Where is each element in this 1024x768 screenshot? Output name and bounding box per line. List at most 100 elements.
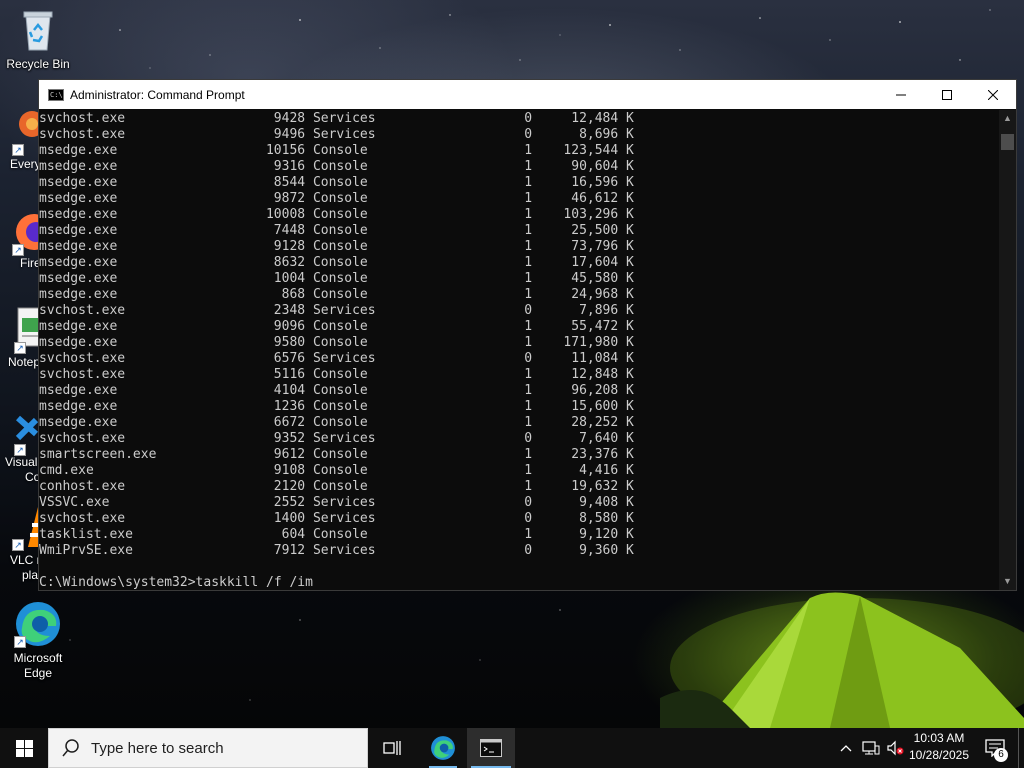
- tasklist-row: svchost.exe 9496 Services 0 8,696 K: [39, 127, 999, 143]
- action-center-button[interactable]: 6: [978, 728, 1012, 768]
- tasklist-row: WmiPrvSE.exe 7912 Services 0 9,360 K: [39, 543, 999, 559]
- process-name-cell: msedge.exe: [39, 239, 235, 254]
- desktop-icon-vlc[interactable]: ↗: [2, 503, 38, 551]
- pid-cell: 9612: [234, 447, 306, 462]
- desktop-icon-everything[interactable]: ↗: [2, 108, 38, 156]
- everything-app-icon: ↗: [12, 108, 38, 156]
- process-name-cell: smartscreen.exe: [39, 447, 235, 462]
- session-number-cell: 1: [438, 527, 533, 542]
- command-line[interactable]: C:\Windows\system32>taskkill /f /im: [39, 575, 999, 590]
- pid-cell: 5116: [234, 367, 306, 382]
- session-number-cell: 1: [438, 207, 533, 222]
- process-name-cell: msedge.exe: [39, 175, 235, 190]
- memory-usage-cell: 9,408 K: [532, 495, 634, 510]
- session-name-cell: Services: [305, 431, 439, 446]
- session-number-cell: 0: [438, 351, 533, 366]
- pid-cell: 9496: [234, 127, 306, 142]
- tasklist-row: svchost.exe 6576 Services 0 11,084 K: [39, 351, 999, 367]
- memory-usage-cell: 23,376 K: [532, 447, 634, 462]
- scrollbar-thumb[interactable]: [1001, 134, 1014, 150]
- minimize-button[interactable]: [878, 80, 924, 109]
- prompt-path: C:\Windows\system32>: [39, 575, 196, 590]
- window-titlebar[interactable]: C:\ Administrator: Command Prompt: [39, 80, 1016, 109]
- task-view-button[interactable]: [368, 728, 416, 768]
- pid-cell: 6672: [234, 415, 306, 430]
- network-tray-button[interactable]: [858, 728, 884, 768]
- vertical-scrollbar[interactable]: ▲ ▼: [999, 110, 1016, 590]
- process-name-cell: msedge.exe: [39, 335, 235, 350]
- tasklist-row: msedge.exe 1236 Console 1 15,600 K: [39, 399, 999, 415]
- session-number-cell: 1: [438, 479, 533, 494]
- notification-count-badge: 6: [994, 748, 1008, 762]
- session-name-cell: Console: [305, 271, 439, 286]
- shortcut-arrow-icon: ↗: [14, 342, 26, 354]
- memory-usage-cell: 103,296 K: [532, 207, 634, 222]
- pid-cell: 9108: [234, 463, 306, 478]
- pid-cell: 10156: [234, 143, 306, 158]
- close-icon: [988, 89, 998, 100]
- search-placeholder: Type here to search: [91, 739, 224, 757]
- start-button[interactable]: [0, 728, 48, 768]
- session-number-cell: 1: [438, 255, 533, 270]
- clock[interactable]: 10:03 AM 10/28/2025: [904, 731, 974, 762]
- pid-cell: 1236: [234, 399, 306, 414]
- desktop-icon-notepad[interactable]: ↗: [2, 306, 38, 354]
- session-name-cell: Services: [305, 111, 439, 126]
- maximize-button[interactable]: [924, 80, 970, 109]
- command-prompt-window[interactable]: C:\ Administrator: Command Prompt svchos…: [38, 79, 1017, 591]
- scroll-down-arrow-icon[interactable]: ▼: [999, 573, 1016, 590]
- tasklist-row: msedge.exe 6672 Console 1 28,252 K: [39, 415, 999, 431]
- close-button[interactable]: [970, 80, 1016, 109]
- memory-usage-cell: 7,896 K: [532, 303, 634, 318]
- session-number-cell: 0: [438, 431, 533, 446]
- session-name-cell: Console: [305, 223, 439, 238]
- console-output[interactable]: svchost.exe 9428 Services 0 12,484 Ksvch…: [39, 110, 999, 590]
- session-number-cell: 0: [438, 127, 533, 142]
- glowing-tent: [660, 592, 1024, 728]
- memory-usage-cell: 7,640 K: [532, 431, 634, 446]
- scroll-up-arrow-icon[interactable]: ▲: [999, 110, 1016, 127]
- session-number-cell: 1: [438, 335, 533, 350]
- process-name-cell: VSSVC.exe: [39, 495, 235, 510]
- process-name-cell: msedge.exe: [39, 271, 235, 286]
- desktop-icon-microsoft-edge[interactable]: ↗ Microsoft Edge: [2, 600, 74, 681]
- process-name-cell: msedge.exe: [39, 319, 235, 334]
- memory-usage-cell: 55,472 K: [532, 319, 634, 334]
- session-number-cell: 1: [438, 383, 533, 398]
- firefox-icon: ↗: [12, 208, 38, 256]
- pid-cell: 2348: [234, 303, 306, 318]
- task-view-icon: [383, 741, 401, 755]
- tasklist-row: msedge.exe 9096 Console 1 55,472 K: [39, 319, 999, 335]
- taskbar-command-prompt-button[interactable]: [467, 728, 515, 768]
- session-name-cell: Console: [305, 319, 439, 334]
- pid-cell: 9316: [234, 159, 306, 174]
- shortcut-arrow-icon: ↗: [14, 636, 26, 648]
- tasklist-row: svchost.exe 2348 Services 0 7,896 K: [39, 303, 999, 319]
- notepad-icon: ↗: [14, 306, 38, 354]
- memory-usage-cell: 24,968 K: [532, 287, 634, 302]
- session-number-cell: 1: [438, 143, 533, 158]
- desktop-icon-recycle-bin[interactable]: Recycle Bin: [2, 6, 74, 72]
- session-name-cell: Console: [305, 143, 439, 158]
- pid-cell: 9428: [234, 111, 306, 126]
- tasklist-row: cmd.exe 9108 Console 1 4,416 K: [39, 463, 999, 479]
- desktop-icon-visual-studio-code[interactable]: ↗: [2, 408, 38, 456]
- desktop-icon-label: Edge: [23, 666, 53, 680]
- session-name-cell: Console: [305, 447, 439, 462]
- tasklist-row: smartscreen.exe 9612 Console 1 23,376 K: [39, 447, 999, 463]
- memory-usage-cell: 12,848 K: [532, 367, 634, 382]
- show-desktop-button[interactable]: [1018, 728, 1024, 768]
- taskbar-edge-button[interactable]: [419, 728, 467, 768]
- session-number-cell: 0: [438, 511, 533, 526]
- process-name-cell: svchost.exe: [39, 351, 235, 366]
- taskbar-search-box[interactable]: Type here to search: [48, 728, 368, 768]
- pid-cell: 604: [234, 527, 306, 542]
- desktop-icon-firefox[interactable]: ↗: [2, 208, 38, 256]
- memory-usage-cell: 16,596 K: [532, 175, 634, 190]
- volume-muted-icon: [887, 740, 904, 756]
- session-name-cell: Services: [305, 511, 439, 526]
- show-hidden-icons-button[interactable]: [834, 728, 858, 768]
- command-input[interactable]: taskkill /f /im: [196, 575, 313, 590]
- vlc-cone-icon: ↗: [12, 503, 38, 551]
- session-number-cell: 1: [438, 463, 533, 478]
